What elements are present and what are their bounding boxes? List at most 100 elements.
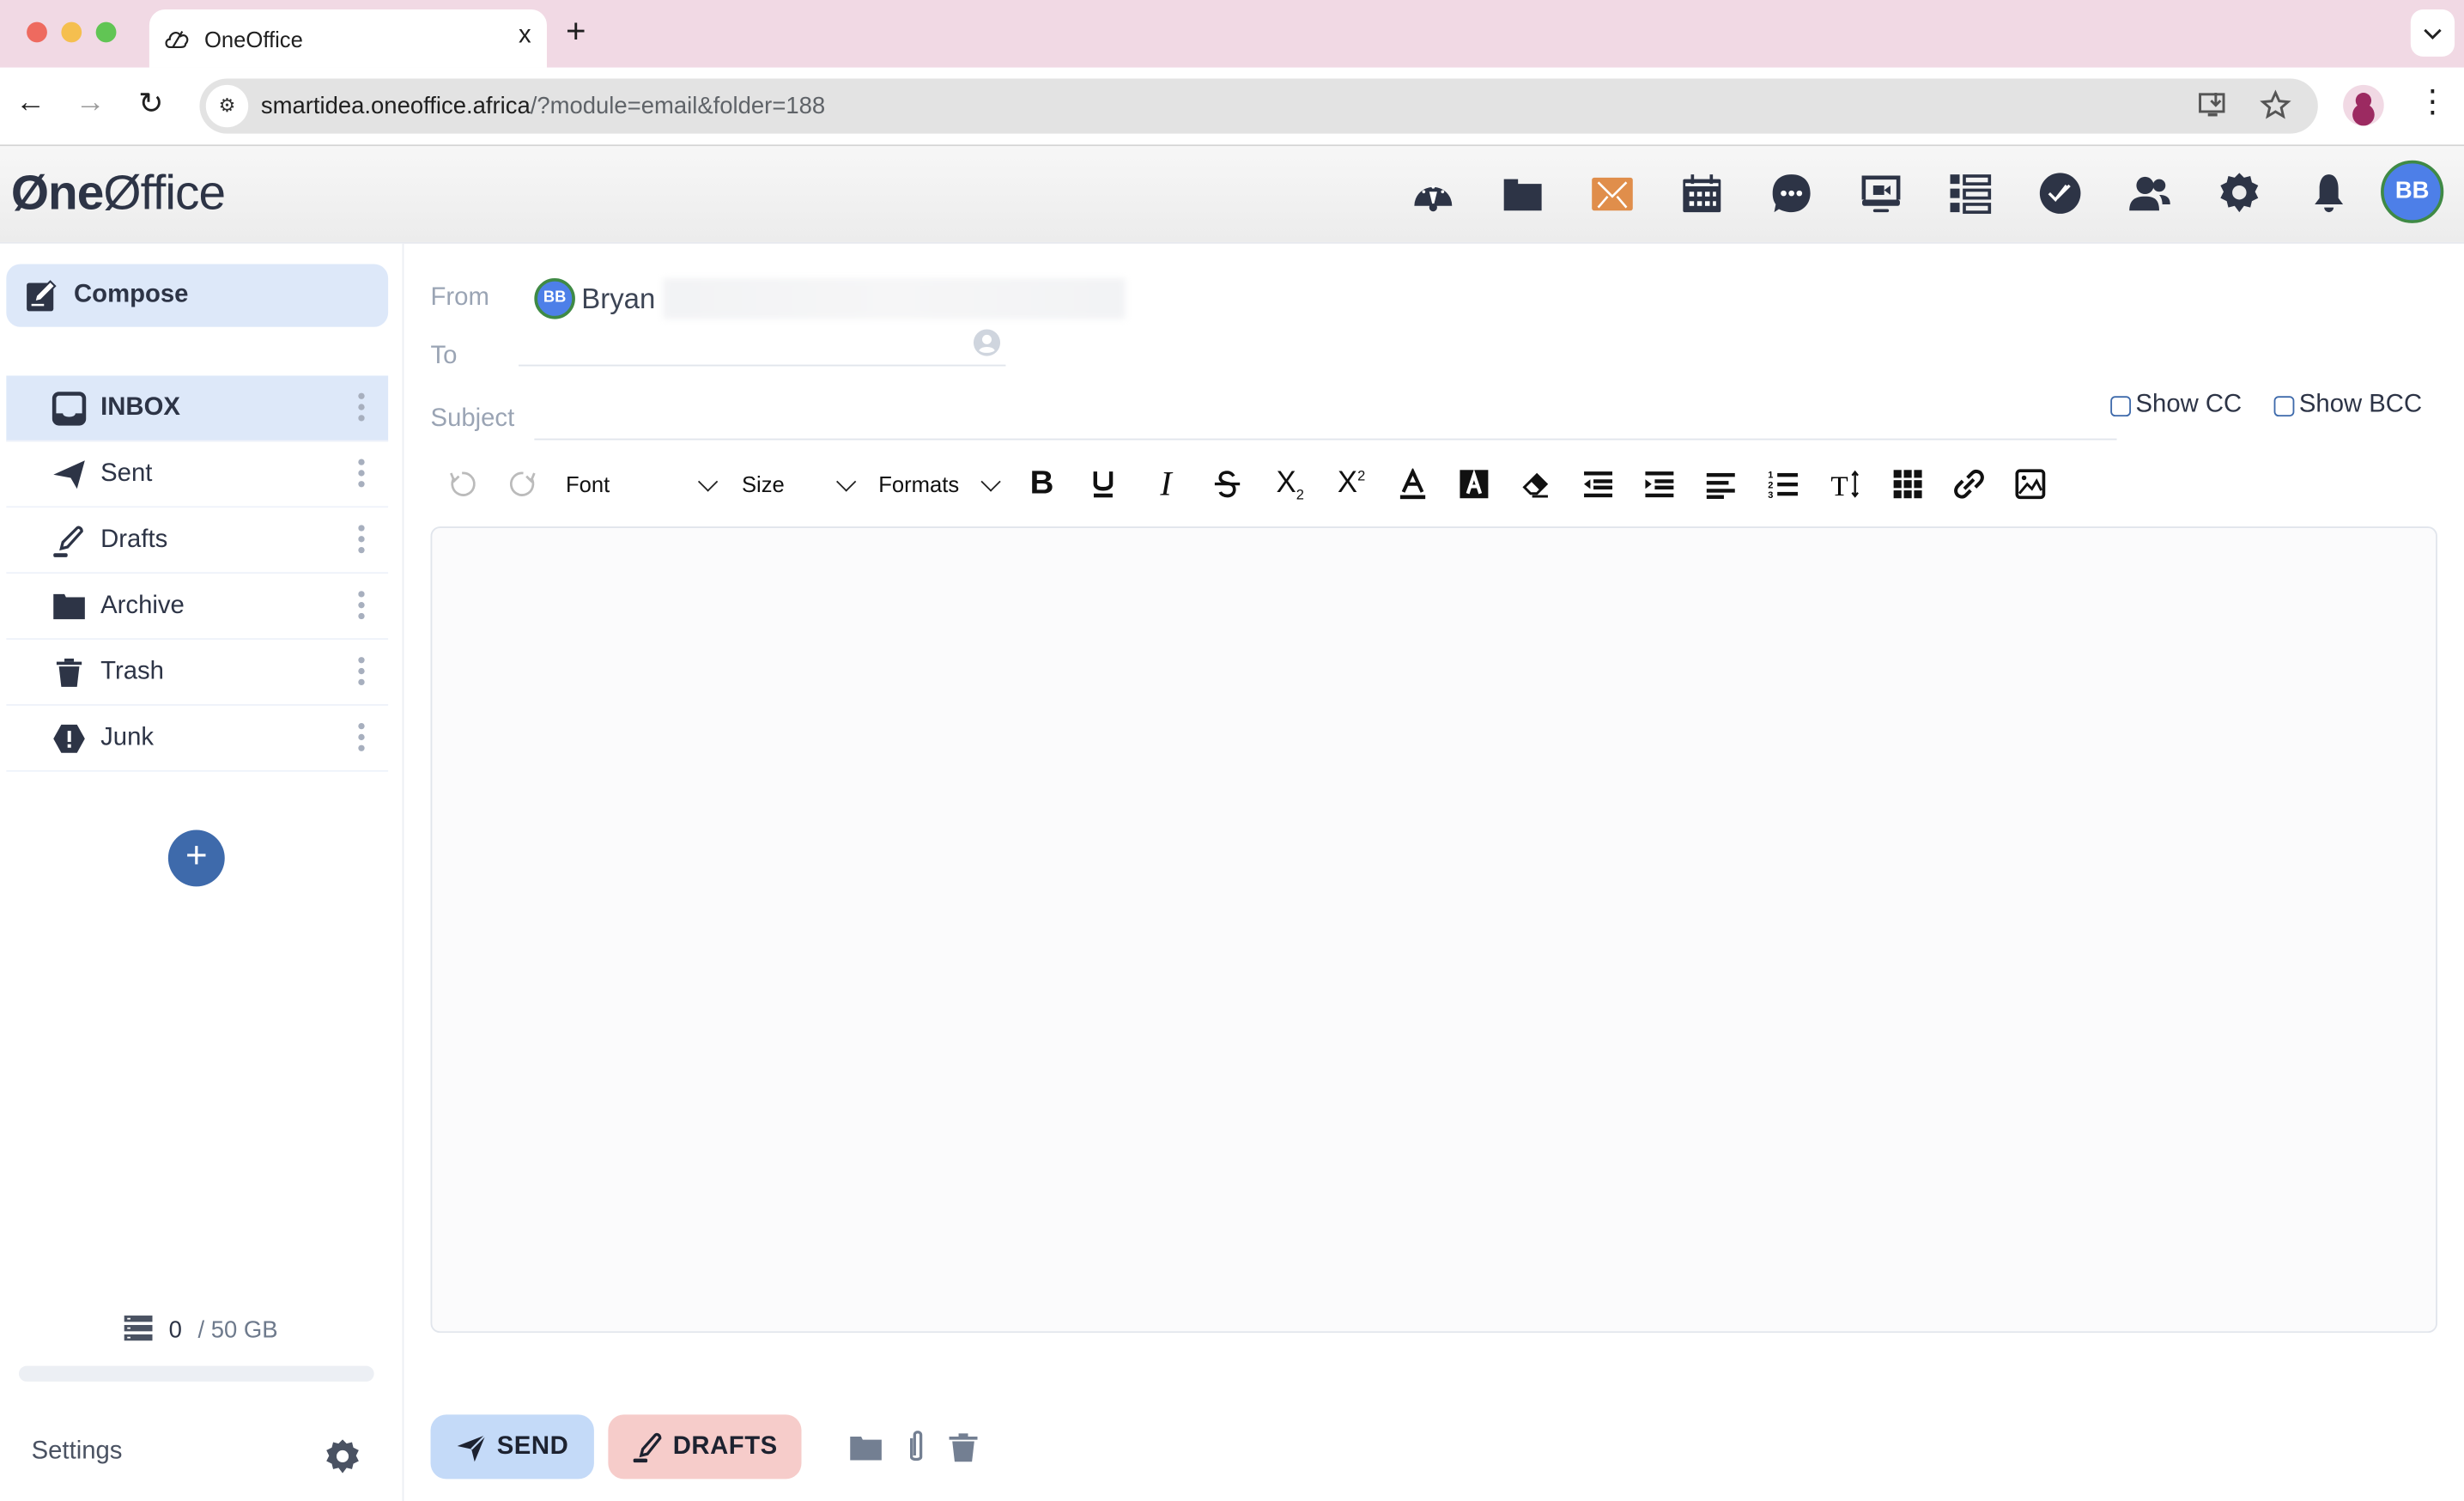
bold-button[interactable]: B xyxy=(1024,465,1059,503)
notifications-icon[interactable] xyxy=(2305,170,2352,217)
storage-usage: 0 / 50 GB xyxy=(0,1316,403,1344)
browser-profile-avatar[interactable] xyxy=(2343,84,2384,126)
back-button[interactable]: ← xyxy=(15,87,46,121)
numbered-list-button[interactable]: 123 xyxy=(1766,465,1800,503)
image-icon xyxy=(2015,469,2046,500)
font-dropdown[interactable]: Font xyxy=(566,465,723,503)
line-height-button[interactable]: T xyxy=(1828,465,1866,503)
forward-button[interactable]: → xyxy=(76,87,106,121)
folder-name: Archive xyxy=(100,592,185,619)
window-minimize-button[interactable] xyxy=(61,21,82,43)
folder-item-drafts[interactable]: Drafts xyxy=(6,507,389,574)
user-avatar[interactable]: BB xyxy=(2381,160,2444,223)
new-tab-button[interactable]: + xyxy=(566,11,586,52)
window-maximize-button[interactable] xyxy=(95,21,117,43)
folder-item-archive[interactable]: Archive xyxy=(6,574,389,640)
files-icon[interactable] xyxy=(1499,170,1546,217)
contact-picker-icon[interactable] xyxy=(973,329,1001,357)
reload-button[interactable]: ↻ xyxy=(138,87,163,123)
folder-menu-icon[interactable] xyxy=(357,589,367,621)
redo-button[interactable] xyxy=(506,465,540,503)
dashboard-icon[interactable] xyxy=(1410,170,1457,217)
gear-icon[interactable] xyxy=(324,1438,361,1476)
clear-formatting-button[interactable] xyxy=(1518,465,1552,503)
address-bar[interactable]: ⚙ smartidea.oneoffice.africa/?module=ema… xyxy=(199,78,2318,134)
logo-light: Øffice xyxy=(103,165,226,221)
chat-icon[interactable] xyxy=(1768,170,1815,217)
table-button[interactable] xyxy=(1890,465,1925,503)
list-icon[interactable] xyxy=(1947,170,1994,217)
site-info-icon[interactable]: ⚙ xyxy=(205,84,249,128)
indent-button[interactable] xyxy=(1642,465,1677,503)
to-input[interactable] xyxy=(519,325,1006,367)
browser-tab[interactable]: OneOffice x xyxy=(149,9,547,68)
oneoffice-logo[interactable]: ØneØffice xyxy=(11,165,226,222)
align-left-button[interactable] xyxy=(1703,465,1738,503)
checkbox-box[interactable] xyxy=(2110,395,2132,416)
folder-list: INBOX Sent Drafts Archive Trash Junk xyxy=(6,375,389,772)
window-close-button[interactable] xyxy=(27,21,47,43)
italic-button[interactable]: I xyxy=(1149,464,1183,503)
compose-button[interactable]: Compose xyxy=(6,264,389,327)
sidebar: Compose INBOX Sent Drafts Archive Trash … xyxy=(0,243,404,1501)
folder-item-junk[interactable]: Junk xyxy=(6,706,389,772)
svg-text:3: 3 xyxy=(1768,490,1773,500)
tab-close-button[interactable]: x xyxy=(519,22,531,51)
bookmark-star-icon[interactable] xyxy=(2260,89,2291,121)
subject-input[interactable] xyxy=(534,400,2117,441)
background-color-button[interactable] xyxy=(1457,465,1491,503)
link-button[interactable] xyxy=(1951,465,1986,503)
tasks-icon[interactable] xyxy=(2036,170,2084,217)
undo-button[interactable] xyxy=(445,465,479,503)
install-app-icon[interactable] xyxy=(2197,89,2229,121)
folder-item-trash[interactable]: Trash xyxy=(6,640,389,706)
strikethrough-button[interactable] xyxy=(1210,465,1244,503)
contacts-icon[interactable] xyxy=(2127,170,2174,217)
folder-name: Junk xyxy=(100,723,155,751)
size-dropdown-label: Size xyxy=(741,471,785,497)
from-address-redacted xyxy=(663,277,1126,319)
show-bcc-checkbox[interactable]: Show BCC xyxy=(2273,392,2422,420)
video-meeting-icon[interactable] xyxy=(1858,170,1905,217)
text-color-button[interactable] xyxy=(1395,465,1429,503)
send-button[interactable]: SEND xyxy=(430,1414,594,1480)
chevron-down-icon xyxy=(2424,28,2442,40)
discard-trash-icon[interactable] xyxy=(946,1431,980,1465)
email-icon[interactable] xyxy=(1589,170,1636,217)
url-text[interactable]: smartidea.oneoffice.africa/?module=email… xyxy=(261,93,825,119)
show-cc-checkbox[interactable]: Show CC xyxy=(2110,392,2242,420)
move-to-folder-icon[interactable] xyxy=(848,1431,883,1465)
folder-menu-icon[interactable] xyxy=(357,655,367,687)
folder-item-inbox[interactable]: INBOX xyxy=(6,375,389,442)
folder-menu-icon[interactable] xyxy=(357,392,367,423)
attachment-icon[interactable] xyxy=(899,1431,933,1465)
tab-search-button[interactable] xyxy=(2410,9,2455,57)
save-draft-button[interactable]: DRAFTS xyxy=(608,1414,802,1480)
checkbox-box[interactable] xyxy=(2273,395,2295,416)
folder-menu-icon[interactable] xyxy=(357,721,367,753)
settings-link[interactable]: Settings xyxy=(32,1438,123,1467)
to-label: To xyxy=(430,343,458,370)
background-color-icon xyxy=(1460,469,1489,499)
subject-label: Subject xyxy=(430,405,515,433)
message-body-editor[interactable] xyxy=(430,526,2437,1334)
from-avatar: BB xyxy=(534,277,575,319)
image-button[interactable] xyxy=(2013,465,2048,503)
superscript-button[interactable]: X2 xyxy=(1332,465,1370,503)
calendar-icon[interactable] xyxy=(1678,170,1726,217)
svg-text:2: 2 xyxy=(1768,480,1773,490)
font-dropdown-label: Font xyxy=(565,471,610,497)
underline-button[interactable] xyxy=(1086,465,1120,503)
storage-used: 0 xyxy=(168,1316,182,1344)
folder-item-sent[interactable]: Sent xyxy=(6,441,389,508)
folder-menu-icon[interactable] xyxy=(357,458,367,489)
inbox-icon xyxy=(51,391,88,425)
folder-name: Sent xyxy=(100,459,153,487)
folder-menu-icon[interactable] xyxy=(357,524,367,556)
settings-icon[interactable] xyxy=(2216,170,2263,217)
add-folder-button[interactable]: + xyxy=(167,830,225,887)
drafts-label: DRAFTS xyxy=(672,1432,778,1460)
subscript-button[interactable]: X2 xyxy=(1271,465,1309,503)
browser-menu-button[interactable]: ⋮ xyxy=(2417,82,2449,121)
outdent-button[interactable] xyxy=(1581,465,1615,503)
